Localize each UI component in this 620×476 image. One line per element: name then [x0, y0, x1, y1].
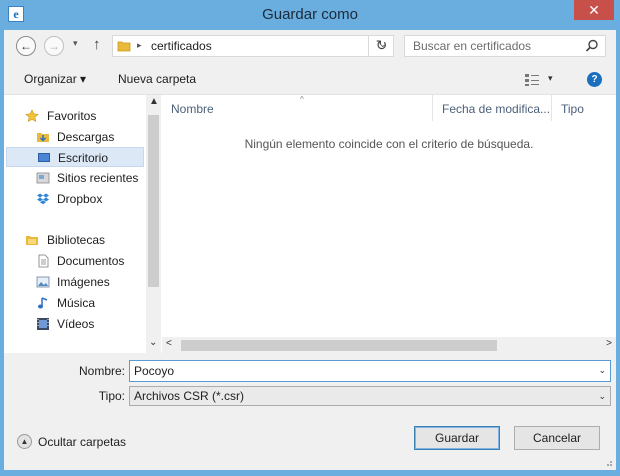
music-icon	[38, 297, 48, 309]
column-header-type[interactable]: Tipo	[551, 95, 617, 121]
refresh-button[interactable]: ↻	[368, 35, 394, 57]
sidebar-item-descargas[interactable]: Descargas	[6, 127, 144, 147]
sidebar-item-label: Descargas	[57, 130, 115, 144]
filename-dropdown-icon[interactable]: ⌄	[598, 365, 606, 376]
sidebar-item-label: Bibliotecas	[47, 233, 106, 247]
breadcrumb-certificados[interactable]: certificados	[151, 39, 212, 53]
command-toolbar: Organizar ▾ Nueva carpeta ▾ ?	[4, 65, 616, 95]
sidebar-item-label: Vídeos	[57, 317, 95, 331]
column-label: Tipo	[561, 102, 584, 116]
back-button[interactable]: ←	[16, 36, 36, 56]
filetype-select[interactable]: Archivos CSR (*.csr) ⌄	[129, 386, 611, 406]
save-as-dialog: e Guardar como ✕ ← → ▾ ↑ ▸ certificados …	[0, 0, 620, 476]
sidebar-item-favoritos[interactable]: Favoritos	[6, 106, 144, 126]
sidebar-item-label: Favoritos	[47, 109, 97, 123]
folder-icon	[117, 41, 131, 52]
sidebar-item-label: Documentos	[57, 254, 125, 268]
filetype-value: Archivos CSR (*.csr)	[134, 389, 245, 403]
sidebar-item-label: Imágenes	[57, 275, 110, 289]
up-folder-button[interactable]: ↑	[93, 36, 101, 53]
file-list: Nombre ^ Fecha de modifica... Tipo Ningú…	[162, 95, 616, 353]
sidebar-item-documentos[interactable]: Documentos	[6, 251, 144, 271]
sidebar-item-sitios-recientes[interactable]: Sitios recientes	[6, 168, 144, 188]
hide-folders-button[interactable]: Ocultar carpetas	[38, 435, 126, 449]
scrollbar-thumb[interactable]	[181, 340, 497, 351]
file-list-scrollbar[interactable]: < >	[162, 337, 616, 353]
column-label: Fecha de modifica...	[442, 102, 551, 116]
sidebar-scrollbar[interactable]: ▲ ⌄	[146, 95, 161, 353]
forward-button[interactable]: →	[44, 36, 64, 56]
window-title: Guardar como	[262, 6, 358, 23]
downloads-icon	[37, 133, 49, 142]
sidebar-item-imagenes[interactable]: Imágenes	[6, 272, 144, 292]
sidebar-item-bibliotecas[interactable]: Bibliotecas	[6, 230, 144, 250]
documents-icon	[38, 254, 49, 268]
column-header-name[interactable]: Nombre ^	[162, 95, 432, 121]
scroll-left-icon[interactable]: <	[166, 338, 172, 349]
save-form: Nombre: Pocoyo ⌄ Tipo: Archivos CSR (*.c…	[4, 353, 616, 413]
new-folder-button[interactable]: Nueva carpeta	[118, 72, 196, 86]
recent-locations-chevron-icon[interactable]: ▾	[73, 38, 78, 49]
view-options-icon[interactable]	[524, 73, 540, 87]
recent-icon	[36, 172, 50, 184]
sidebar-item-label: Escritorio	[58, 151, 109, 165]
libraries-icon	[26, 236, 38, 245]
address-bar[interactable]: ▸ certificados ⌄	[112, 35, 394, 57]
help-icon[interactable]: ?	[587, 72, 602, 87]
videos-icon	[37, 318, 49, 330]
scrollbar-thumb[interactable]	[148, 115, 159, 287]
scroll-right-icon[interactable]: >	[606, 338, 612, 349]
search-icon	[585, 39, 598, 52]
close-button[interactable]: ✕	[574, 0, 614, 20]
scroll-down-icon[interactable]: ⌄	[149, 337, 157, 348]
empty-results-message: Ningún elemento coincide con el criterio…	[244, 137, 534, 151]
resize-grip-icon[interactable]	[603, 457, 613, 467]
sidebar-item-label: Música	[57, 296, 96, 310]
sidebar-item-musica[interactable]: Música	[6, 293, 144, 313]
column-label: Nombre	[171, 102, 214, 116]
view-dropdown-icon[interactable]: ▾	[548, 73, 553, 84]
navigation-pane: Favoritos Descargas Escritorio Sitios re…	[4, 95, 146, 353]
filename-field[interactable]: Pocoyo ⌄	[129, 360, 611, 382]
cancel-button[interactable]: Cancelar	[514, 426, 600, 450]
sidebar-item-label: Sitios recientes	[57, 171, 139, 185]
dropbox-icon	[37, 193, 49, 205]
dialog-footer: ▲ Ocultar carpetas Guardar Cancelar	[4, 413, 616, 470]
filetype-dropdown-icon[interactable]: ⌄	[598, 391, 606, 402]
sidebar-item-dropbox[interactable]: Dropbox	[6, 189, 144, 209]
filename-value: Pocoyo	[134, 364, 175, 378]
scroll-up-icon[interactable]: ▲	[149, 96, 159, 107]
dialog-body: ← → ▾ ↑ ▸ certificados ⌄ ↻ Buscar en cer…	[4, 30, 616, 470]
save-button[interactable]: Guardar	[414, 426, 500, 450]
column-header-date[interactable]: Fecha de modifica...	[432, 95, 551, 121]
filename-label: Nombre:	[78, 364, 125, 378]
hide-folders-icon[interactable]: ▲	[17, 434, 32, 449]
browser-area: Favoritos Descargas Escritorio Sitios re…	[4, 95, 616, 353]
breadcrumb-separator-icon[interactable]: ▸	[137, 40, 142, 51]
pictures-icon	[36, 276, 50, 288]
sidebar-item-label: Dropbox	[57, 192, 103, 206]
title-bar[interactable]: e Guardar como ✕	[0, 0, 620, 30]
desktop-icon	[38, 153, 50, 162]
sort-arrow-icon: ^	[300, 95, 304, 104]
filetype-label: Tipo:	[98, 389, 125, 403]
navigation-bar: ← → ▾ ↑ ▸ certificados ⌄ ↻ Buscar en cer…	[4, 30, 616, 65]
star-icon	[25, 109, 39, 122]
sidebar-item-escritorio[interactable]: Escritorio	[6, 147, 144, 167]
sidebar-item-videos[interactable]: Vídeos	[6, 314, 144, 334]
search-placeholder: Buscar en certificados	[413, 39, 532, 53]
organize-menu-button[interactable]: Organizar ▾	[24, 72, 86, 86]
search-input[interactable]: Buscar en certificados	[404, 35, 606, 57]
